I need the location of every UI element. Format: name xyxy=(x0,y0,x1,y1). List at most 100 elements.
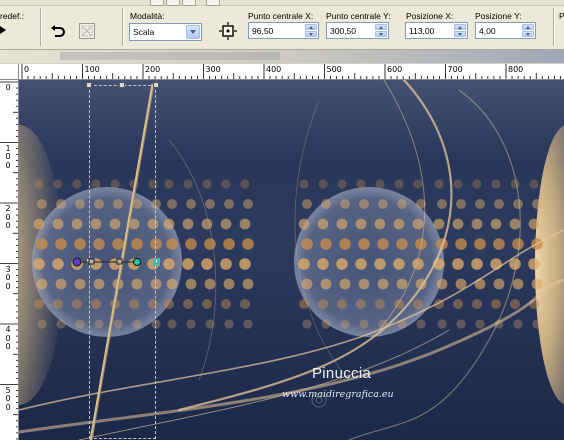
bokeh-dot xyxy=(243,319,253,329)
center-x-label: Punto centrale X: xyxy=(248,11,314,21)
mode-select[interactable]: Scala xyxy=(129,23,202,41)
bokeh-dot xyxy=(55,278,67,290)
position-x-field[interactable]: 113,00 xyxy=(405,22,468,39)
preset-label: redef.: xyxy=(0,11,25,21)
bokeh-dot xyxy=(182,258,194,270)
bokeh-dot xyxy=(396,238,408,250)
bokeh-dot xyxy=(240,179,250,189)
bokeh-dot xyxy=(223,238,235,250)
bokeh-dot xyxy=(513,199,523,209)
bokeh-dot xyxy=(239,218,251,230)
bokeh-dot xyxy=(164,179,174,189)
bokeh-dot xyxy=(434,179,444,189)
vertical-ruler-label: 100 xyxy=(5,143,11,170)
bokeh-dot xyxy=(359,319,369,329)
bokeh-dot xyxy=(359,199,369,209)
bokeh-dot xyxy=(75,319,85,329)
center-x-spinner[interactable] xyxy=(305,24,317,37)
bokeh-dot xyxy=(358,278,370,290)
bokeh-dot xyxy=(163,218,175,230)
bokeh-dot xyxy=(221,179,231,189)
bokeh-dot xyxy=(528,258,540,270)
bokeh-dot xyxy=(185,238,197,250)
bokeh-dot xyxy=(413,299,423,309)
horizontal-ruler[interactable]: 0 100 200 300 400 500 600 700 800 xyxy=(19,64,564,80)
position-x-spinner[interactable] xyxy=(454,24,466,37)
bokeh-dot xyxy=(375,299,385,309)
bokeh-dot xyxy=(513,319,523,329)
position-x-label: Posizione X: xyxy=(406,11,454,21)
increment-icon[interactable] xyxy=(305,24,317,30)
bokeh-dot xyxy=(437,199,447,209)
decrement-icon[interactable] xyxy=(454,31,466,37)
decrement-icon[interactable] xyxy=(375,31,387,37)
bokeh-dot xyxy=(321,199,331,209)
bokeh-dot xyxy=(510,179,520,189)
preset-dropdown-arrow-icon[interactable] xyxy=(0,26,6,34)
bokeh-dot xyxy=(239,258,251,270)
toolbar-small-button[interactable] xyxy=(182,0,196,6)
bokeh-dot xyxy=(475,319,485,329)
increment-icon[interactable] xyxy=(375,24,387,30)
bokeh-dot xyxy=(433,218,445,230)
bokeh-dot xyxy=(394,179,404,189)
image-canvas[interactable]: Pinuccia www.maidiregrafica.eu xyxy=(19,80,564,440)
tool-options-toolbar: redef.: Modalità: Scala Punto centrale X… xyxy=(0,0,564,50)
bokeh-dot xyxy=(377,238,389,250)
chevron-down-icon[interactable] xyxy=(186,25,200,39)
document-title-bar[interactable] xyxy=(0,50,564,63)
decrement-icon[interactable] xyxy=(522,31,534,37)
toolbar-small-button[interactable] xyxy=(150,0,164,6)
vertical-ruler-label: 300 xyxy=(5,264,11,291)
center-y-label: Punto centrale Y: xyxy=(326,11,391,21)
bokeh-dot xyxy=(374,258,386,270)
center-on-canvas-icon[interactable] xyxy=(219,22,237,40)
toolbar-small-button[interactable] xyxy=(166,0,180,6)
center-x-field[interactable]: 96,50 xyxy=(248,22,319,39)
deform-handle-top-middle[interactable] xyxy=(119,82,125,88)
position-y-value: 4,00 xyxy=(479,26,496,36)
bokeh-dot xyxy=(202,179,212,189)
horizontal-ruler-label: 500 xyxy=(326,65,342,74)
bokeh-dot xyxy=(531,278,543,290)
bokeh-dot xyxy=(56,319,66,329)
center-y-spinner[interactable] xyxy=(375,24,387,37)
document-window: 0 100 200 300 400 500 600 700 800 0 100 200 300 400 5… xyxy=(0,50,564,440)
bokeh-dot xyxy=(318,299,328,309)
horizontal-ruler-label: 300 xyxy=(205,65,221,74)
deform-handle-top-right[interactable] xyxy=(153,82,159,88)
undo-icon[interactable] xyxy=(49,22,67,40)
bokeh-dot xyxy=(452,218,464,230)
bokeh-dot xyxy=(471,258,483,270)
increment-icon[interactable] xyxy=(454,24,466,30)
vertical-ruler-label: 0 xyxy=(5,83,11,92)
rotation-handle[interactable] xyxy=(69,250,169,274)
bokeh-dot xyxy=(34,299,44,309)
bokeh-dot xyxy=(75,199,85,209)
bokeh-dot xyxy=(240,299,250,309)
bokeh-dot xyxy=(74,278,86,290)
bokeh-dot xyxy=(493,238,505,250)
increment-icon[interactable] xyxy=(522,24,534,30)
bokeh-dot xyxy=(455,238,467,250)
bokeh-dot xyxy=(204,278,216,290)
bokeh-dot xyxy=(340,319,350,329)
bokeh-dot xyxy=(37,199,47,209)
bokeh-dot xyxy=(356,299,366,309)
bokeh-dot xyxy=(321,319,331,329)
center-y-value: 300,50 xyxy=(330,26,356,36)
decrement-icon[interactable] xyxy=(305,31,317,37)
position-y-field[interactable]: 4,00 xyxy=(475,22,536,39)
center-y-field[interactable]: 300,50 xyxy=(326,22,389,39)
bokeh-dot xyxy=(224,319,234,329)
vertical-ruler[interactable]: 0 100 200 300 400 500 xyxy=(0,80,19,440)
deform-handle-top-left[interactable] xyxy=(86,82,92,88)
toolbar-small-button[interactable] xyxy=(206,0,220,6)
bokeh-dot xyxy=(529,179,539,189)
bokeh-dot xyxy=(52,258,64,270)
position-y-spinner[interactable] xyxy=(522,24,534,37)
bokeh-dot xyxy=(528,218,540,230)
bokeh-dot xyxy=(34,179,44,189)
reset-icon[interactable] xyxy=(78,22,96,40)
bokeh-dot xyxy=(33,258,45,270)
